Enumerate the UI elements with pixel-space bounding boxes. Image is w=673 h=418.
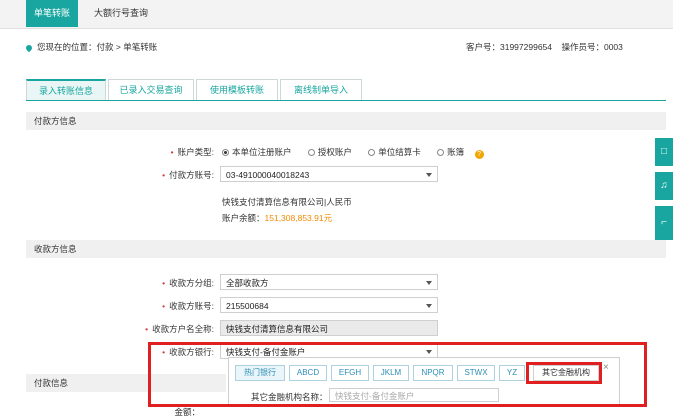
tab-template-transfer[interactable]: 使用模板转账 (196, 79, 278, 100)
side-top-button[interactable]: ⌐ (655, 206, 673, 240)
radio-ledger[interactable]: 账簿 (437, 147, 464, 157)
radio-authorized-account[interactable]: 授权账户 (307, 147, 352, 157)
payee-group-select[interactable]: 全部收款方 (220, 274, 438, 290)
payer-account-label: • 付款方账号: (162, 170, 214, 180)
tab-divider (26, 100, 666, 101)
account-info: 客户号：31997299654 操作员号：0003 (466, 41, 623, 53)
help-icon[interactable]: ? (474, 150, 484, 159)
breadcrumb-text: 您现在的位置：付款 > 单笔转账 (37, 42, 158, 52)
payee-account-label: • 收款方账号: (162, 301, 214, 311)
customer-number: 客户号：31997299654 (466, 42, 553, 52)
chevron-down-icon (426, 281, 432, 285)
top-tab-bank-code-query[interactable]: 大额行号查询 (86, 0, 156, 27)
tab-offline-import[interactable]: 离线制单导入 (280, 79, 362, 100)
payee-account-input[interactable]: 215500684 (220, 297, 438, 313)
payer-account-name: 快钱支付清算信息有限公司|人民币 (222, 197, 352, 207)
amount-label: 金额： (174, 407, 200, 417)
payer-section-header: 付款方信息 (26, 112, 666, 130)
radio-registered-account[interactable]: 本单位注册账户 (222, 147, 292, 157)
chevron-down-icon (426, 304, 432, 308)
tab-entered-query[interactable]: 已录入交易查询 (108, 79, 194, 100)
top-tab-single-transfer[interactable]: 单笔转账 (26, 0, 79, 27)
payee-section-header: 收款方信息 (26, 240, 666, 258)
payee-group-label: • 收款方分组: (162, 278, 214, 288)
radio-on-icon (222, 149, 229, 156)
tab-enter-transfer[interactable]: 录入转账信息 (26, 79, 106, 101)
payer-account-select[interactable]: 03-491000040018243 (220, 166, 438, 182)
payee-name-field[interactable]: 快钱支付清算信息有限公司 (220, 320, 438, 336)
balance-value: 151,308,853.91元 (264, 213, 333, 223)
side-phone-button[interactable]: ♫ (655, 172, 673, 200)
operator-number: 操作员号：0003 (561, 42, 623, 52)
payee-name-label: • 收款方户名全称: (145, 324, 214, 334)
payer-balance: 账户余额：151,308,853.91元 (222, 213, 333, 223)
annotation-highlight-other-tab (526, 362, 602, 384)
breadcrumb: 您现在的位置：付款 > 单笔转账 (24, 41, 158, 53)
radio-off-icon (368, 149, 376, 156)
account-type-label: • 账户类型: (170, 147, 214, 157)
radio-settlement-card[interactable]: 单位结算卡 (368, 147, 421, 157)
account-type-radios: 本单位注册账户 授权账户 单位结算卡 账簿 ? (222, 146, 484, 159)
radio-off-icon (307, 149, 315, 156)
chevron-down-icon (426, 173, 432, 177)
location-pin-icon (24, 43, 34, 52)
radio-off-icon (437, 149, 445, 156)
side-chat-button[interactable]: □ (655, 138, 673, 166)
